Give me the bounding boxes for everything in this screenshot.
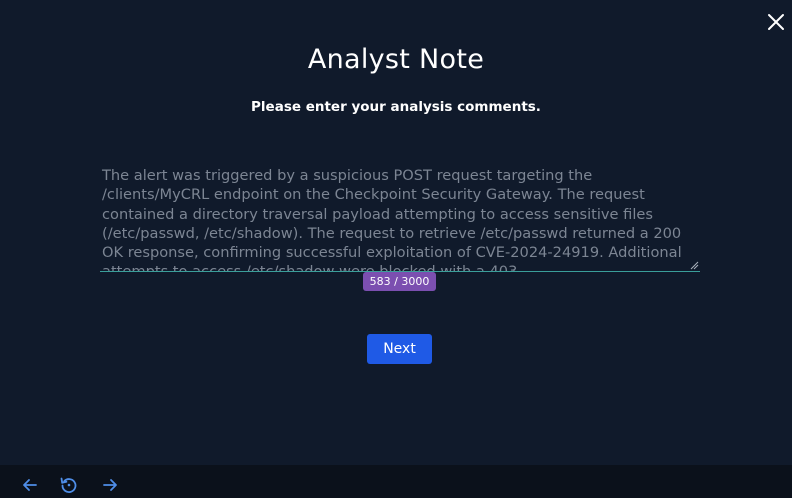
next-button[interactable]: Next	[367, 334, 432, 364]
character-counter-badge: 583 / 3000	[363, 272, 436, 291]
reload-icon	[60, 477, 77, 493]
modal-title: Analyst Note	[307, 44, 485, 75]
analyst-note-modal: Analyst Note Please enter your analysis …	[0, 0, 792, 465]
arrow-left-icon	[23, 479, 37, 491]
back-button[interactable]	[20, 475, 40, 495]
resize-handle-icon[interactable]	[689, 260, 699, 270]
forward-button[interactable]	[100, 475, 120, 495]
arrow-right-icon	[103, 479, 117, 491]
close-button[interactable]	[766, 12, 786, 32]
bottom-nav-bar	[0, 465, 792, 498]
analysis-comments-textarea[interactable]: The alert was triggered by a suspicious …	[100, 163, 700, 271]
analysis-textarea-container: The alert was triggered by a suspicious …	[100, 163, 700, 272]
close-icon	[768, 14, 784, 30]
reload-button[interactable]	[59, 475, 79, 495]
modal-subtitle: Please enter your analysis comments.	[251, 99, 541, 115]
